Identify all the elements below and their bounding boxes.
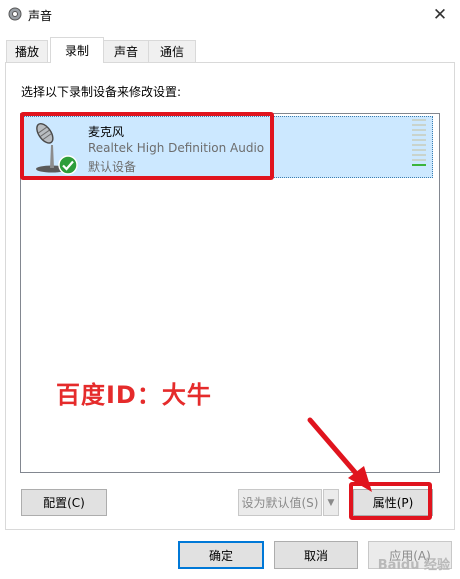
level-segment <box>412 144 426 146</box>
annotation-text: 百度ID：大牛 <box>56 381 212 409</box>
ok-button[interactable]: 确定 <box>178 541 264 569</box>
baidu-watermark: Baidu 经验 <box>377 558 450 573</box>
set-default-dropdown[interactable]: ▼ <box>323 489 339 516</box>
device-highlight-box <box>20 112 274 180</box>
title-bar: 声音 ✕ <box>0 0 460 30</box>
level-segment <box>412 164 426 166</box>
properties-highlight-box <box>349 482 432 520</box>
level-segment <box>412 149 426 151</box>
speaker-icon <box>8 7 22 21</box>
level-segment <box>412 124 426 126</box>
level-segment <box>412 159 426 161</box>
configure-button[interactable]: 配置(C) <box>21 489 107 516</box>
level-segment <box>412 139 426 141</box>
instruction-text: 选择以下录制设备来修改设置: <box>21 85 182 99</box>
tab-sounds[interactable]: 声音 <box>102 40 150 62</box>
level-segment <box>412 154 426 156</box>
window-title: 声音 <box>28 9 53 23</box>
level-segment <box>412 129 426 131</box>
close-button[interactable]: ✕ <box>420 0 460 30</box>
level-segment <box>412 134 426 136</box>
level-meter <box>412 119 426 173</box>
tab-recording[interactable]: 录制 <box>50 37 104 63</box>
tab-communications[interactable]: 通信 <box>148 40 196 62</box>
set-default-button[interactable]: 设为默认值(S) <box>238 489 322 516</box>
close-icon: ✕ <box>432 5 448 25</box>
level-segment <box>412 119 426 121</box>
tab-playback[interactable]: 播放 <box>6 40 48 62</box>
chevron-down-icon: ▼ <box>327 497 335 508</box>
cancel-button[interactable]: 取消 <box>274 541 358 569</box>
